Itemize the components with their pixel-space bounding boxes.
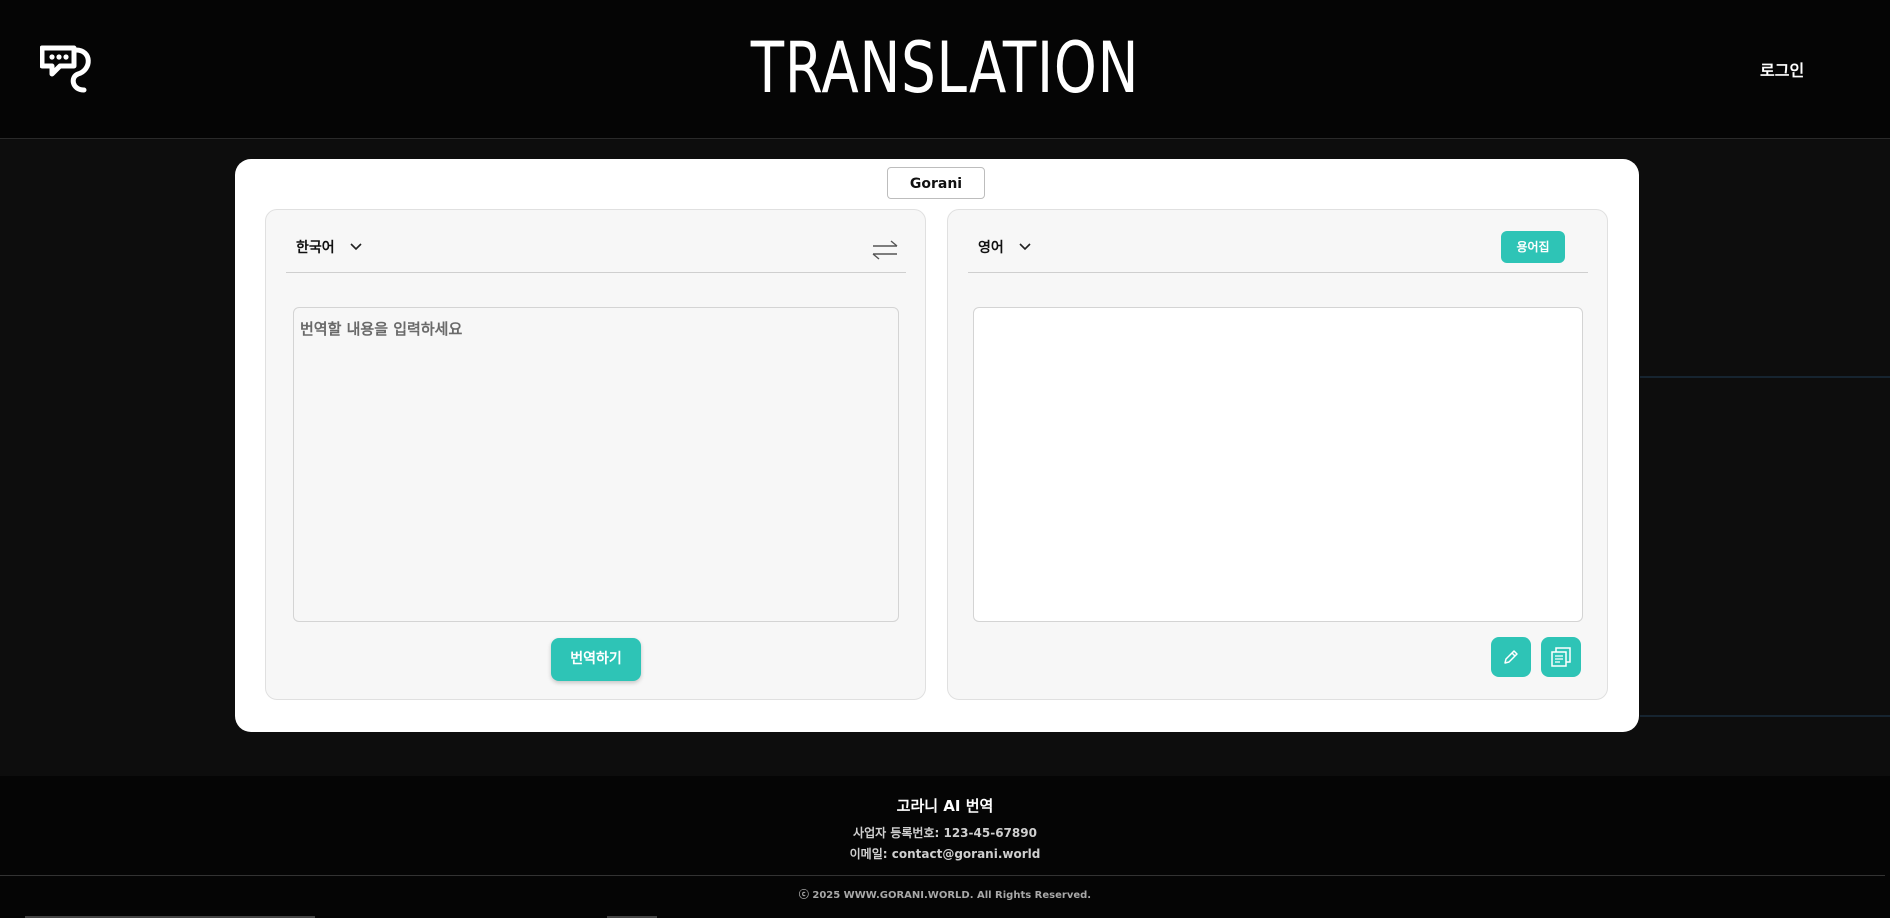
target-panel-header: 영어 [968, 222, 1588, 273]
source-language-select[interactable]: 한국어 [296, 237, 363, 257]
source-language-label: 한국어 [296, 240, 335, 256]
swap-icon[interactable] [871, 238, 899, 262]
source-panel-header: 한국어 [286, 222, 906, 273]
translate-button[interactable]: 번역하기 [551, 638, 641, 681]
source-text-input[interactable] [293, 307, 899, 622]
footer: 고라니 AI 번역 사업자 등록번호: 123-45-67890 이메일: co… [0, 776, 1890, 918]
footer-title: 고라니 AI 번역 [896, 797, 994, 815]
edit-icon [1504, 650, 1518, 664]
chevron-down-icon [1019, 243, 1031, 251]
target-panel: 영어 용어집 [947, 209, 1608, 700]
target-language-select[interactable]: 영어 [978, 237, 1032, 257]
glossary-button[interactable]: 용어집 [1501, 231, 1565, 263]
target-language-label: 영어 [978, 240, 1004, 256]
copyright: ⓒ 2025 WWW.GORANI.WORLD. All Rights Rese… [798, 890, 1092, 901]
business-number: 사업자 등록번호: 123-45-67890 [853, 826, 1037, 840]
contact-email: 이메일: contact@gorani.world [849, 847, 1041, 861]
header: TRANSLATION 로그인 [0, 0, 1890, 139]
edit-button[interactable] [1491, 637, 1531, 677]
copy-button[interactable] [1541, 637, 1581, 677]
model-tab-gorani[interactable]: Gorani [887, 167, 985, 199]
login-link[interactable]: 로그인 [1760, 57, 1804, 81]
footer-divider [0, 875, 1885, 876]
source-panel: 한국어 번역하기 [265, 209, 926, 700]
logo-icon[interactable] [40, 44, 96, 94]
page-title: TRANSLATION [750, 27, 1140, 109]
translation-output[interactable] [973, 307, 1583, 622]
copy-icon [1551, 647, 1571, 667]
translation-card: Gorani 한국어 번역하기 영어 용어집 [235, 159, 1639, 732]
chevron-down-icon [350, 243, 362, 251]
